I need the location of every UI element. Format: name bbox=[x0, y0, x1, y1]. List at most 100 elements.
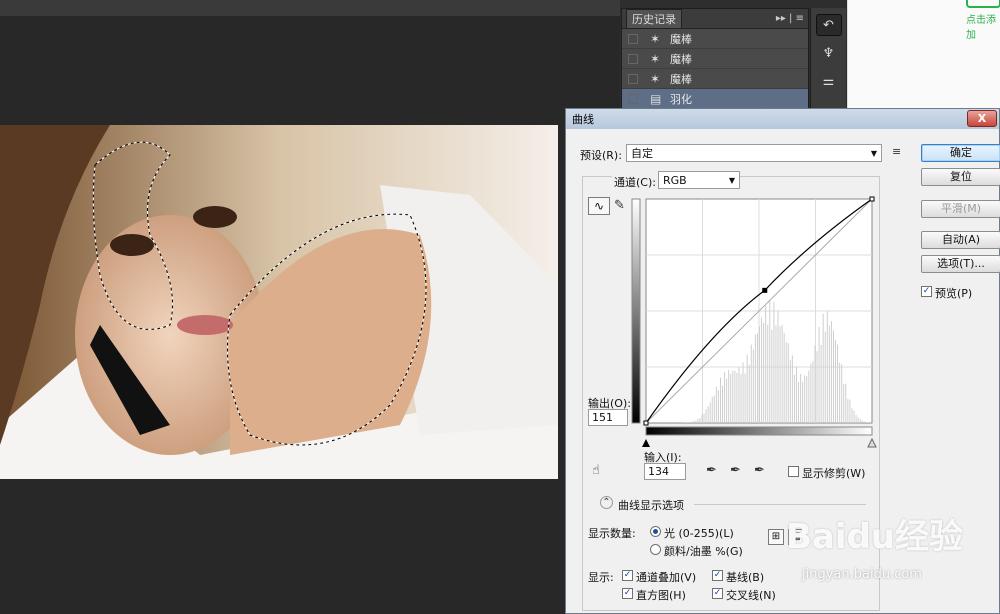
histogram-bar bbox=[717, 390, 719, 423]
pigment-radio[interactable] bbox=[650, 544, 661, 555]
histogram-bar bbox=[855, 415, 857, 423]
output-input[interactable]: 151 bbox=[588, 409, 628, 426]
histogram-bar bbox=[808, 370, 810, 423]
histogram-checkbox[interactable]: ✓ bbox=[622, 588, 633, 599]
history-item-label: 魔棒 bbox=[670, 72, 692, 86]
history-item[interactable]: ✶ 魔棒 bbox=[622, 69, 808, 89]
light-radio[interactable] bbox=[650, 526, 661, 537]
histogram-bar bbox=[726, 378, 728, 423]
histogram-bar bbox=[841, 364, 843, 423]
brush-tool-icon[interactable]: ♆ bbox=[816, 42, 842, 64]
baseline-label: 基线(B) bbox=[726, 571, 765, 584]
preset-select[interactable]: 自定 ▼ bbox=[626, 144, 882, 162]
histogram-bar bbox=[845, 383, 847, 423]
tab-history[interactable]: 历史记录 bbox=[626, 9, 682, 28]
histogram-bar bbox=[719, 377, 721, 423]
histogram-bar bbox=[693, 420, 695, 423]
eyedropper-black-icon[interactable]: ✒ bbox=[706, 463, 717, 478]
histogram-bar bbox=[818, 326, 820, 423]
histogram-label: 直方图(H) bbox=[636, 589, 686, 602]
histogram-bar bbox=[828, 325, 830, 423]
histogram-bar bbox=[754, 334, 756, 423]
history-item[interactable]: ✶ 魔棒 bbox=[622, 49, 808, 69]
curve-endpoint-white bbox=[869, 196, 875, 202]
histogram-bar bbox=[783, 332, 785, 423]
options-button[interactable]: 选项(T)... bbox=[921, 255, 1000, 273]
intersection-label: 交叉线(N) bbox=[726, 589, 776, 602]
histogram-bar bbox=[849, 399, 851, 423]
history-panel-icon[interactable]: ↶ bbox=[815, 14, 842, 36]
curve-point-tool-icon[interactable]: ∿ bbox=[588, 197, 610, 215]
preset-options-icon[interactable]: ≡ bbox=[892, 145, 901, 158]
web-side-panel: 点击添加 bbox=[847, 0, 1000, 110]
histogram-bar bbox=[746, 354, 748, 423]
simple-grid-icon[interactable]: ⊞ bbox=[768, 529, 784, 545]
histogram-bar bbox=[744, 373, 746, 423]
channel-select[interactable]: RGB ▼ bbox=[658, 171, 740, 189]
history-item[interactable]: ✶ 魔棒 bbox=[622, 29, 808, 49]
history-source-checkbox[interactable] bbox=[628, 53, 638, 64]
smooth-button[interactable]: 平滑(M) bbox=[921, 200, 1000, 218]
pencil-icon[interactable]: ✎ bbox=[614, 198, 625, 213]
preview-label: 预览(P) bbox=[935, 287, 973, 300]
curve-endpoint-black bbox=[643, 420, 649, 426]
magic-wand-icon: ✶ bbox=[650, 31, 661, 46]
histogram-bar bbox=[789, 359, 791, 423]
close-button[interactable]: X bbox=[967, 110, 997, 127]
histogram-bar bbox=[765, 305, 767, 423]
histogram-bar bbox=[824, 331, 826, 423]
ok-button[interactable]: 确定 bbox=[921, 144, 1000, 162]
auto-button[interactable]: 自动(A) bbox=[921, 231, 1000, 249]
adjust-tool-icon[interactable]: ⚌ bbox=[816, 70, 842, 92]
histogram-bar bbox=[756, 333, 758, 423]
intersection-checkbox[interactable]: ✓ bbox=[712, 588, 723, 599]
add-link[interactable]: 点击添加 bbox=[966, 11, 1000, 41]
divider bbox=[694, 504, 866, 505]
histogram-bar bbox=[697, 418, 699, 423]
dialog-titlebar[interactable]: 曲线 X bbox=[566, 109, 999, 129]
preset-label: 预设(R): bbox=[580, 149, 622, 162]
history-source-checkbox[interactable] bbox=[628, 33, 638, 44]
histogram-bar bbox=[865, 422, 867, 423]
histogram-bar bbox=[843, 384, 845, 423]
watermark-url: jingyan.baidu.com bbox=[802, 567, 922, 582]
show-amount-label: 显示数量: bbox=[588, 527, 636, 540]
panel-icon-strip: ↶ ♆ ⚌ bbox=[810, 8, 846, 108]
chevron-down-icon: ▼ bbox=[728, 175, 735, 185]
preview-checkbox[interactable]: ✓ bbox=[921, 286, 932, 297]
hand-adjust-tool-icon[interactable]: ☝ bbox=[592, 463, 600, 478]
document-photo[interactable] bbox=[0, 125, 558, 479]
histogram-bar bbox=[722, 385, 724, 423]
reset-button[interactable]: 复位 bbox=[921, 168, 1000, 186]
histogram-bar bbox=[713, 395, 715, 423]
history-item-selected[interactable]: ▤ 羽化 bbox=[622, 89, 808, 109]
histogram-bar bbox=[837, 344, 839, 423]
histogram-bar bbox=[785, 342, 787, 423]
collapse-chevron-icon[interactable]: ⌃ bbox=[600, 496, 613, 509]
light-option-label: 光 (0-255)(L) bbox=[664, 527, 734, 540]
histogram-bar bbox=[787, 343, 789, 423]
history-source-checkbox[interactable] bbox=[628, 93, 638, 104]
channel-overlay-checkbox[interactable]: ✓ bbox=[622, 570, 633, 581]
histogram-bar bbox=[740, 374, 742, 423]
histogram-bar bbox=[810, 363, 812, 423]
eyedropper-white-icon[interactable]: ✒ bbox=[754, 463, 765, 478]
histogram-bar bbox=[759, 326, 760, 423]
preset-value: 自定 bbox=[631, 147, 653, 160]
histogram-bar bbox=[709, 402, 711, 423]
histogram-bar bbox=[822, 313, 824, 423]
history-source-checkbox[interactable] bbox=[628, 73, 638, 84]
panel-menu-icon[interactable]: ▸▸ | ≡ bbox=[776, 13, 804, 24]
eyedropper-gray-icon[interactable]: ✒ bbox=[730, 463, 741, 478]
histogram-bar bbox=[798, 382, 800, 423]
curve-graph[interactable] bbox=[628, 195, 878, 457]
histogram-bar bbox=[750, 344, 752, 423]
histogram-bar bbox=[730, 373, 732, 423]
show-clipping-checkbox[interactable] bbox=[788, 466, 799, 477]
history-item-label: 魔棒 bbox=[670, 32, 692, 46]
input-input[interactable]: 134 bbox=[644, 463, 686, 480]
channel-value: RGB bbox=[663, 173, 687, 187]
baseline-checkbox[interactable]: ✓ bbox=[712, 570, 723, 581]
histogram-bar bbox=[699, 418, 701, 423]
add-button-frame[interactable] bbox=[966, 0, 1000, 8]
